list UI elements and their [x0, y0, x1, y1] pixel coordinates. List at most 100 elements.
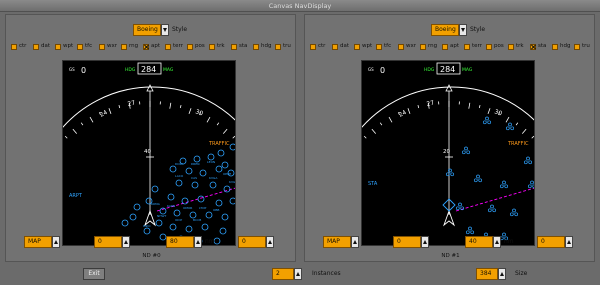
checkbox-box[interactable] [310, 44, 316, 50]
compass-tick [118, 104, 121, 109]
checkbox-box[interactable] [253, 44, 259, 50]
mode-dropdown[interactable]: MAP [24, 236, 52, 248]
range-unit: nm [205, 238, 215, 245]
size-up-icon[interactable] [498, 268, 506, 280]
checkbox-box[interactable] [486, 44, 492, 50]
range-input[interactable]: 80 [166, 236, 194, 248]
checkbox-box[interactable] [209, 44, 215, 50]
mode-up-icon[interactable] [351, 236, 359, 248]
arpt-label: ARPT [69, 193, 83, 199]
checkbox-box[interactable] [354, 44, 360, 50]
checkbox-box[interactable] [275, 44, 281, 50]
range-up-icon[interactable] [194, 236, 202, 248]
field4-up-icon[interactable] [565, 236, 573, 248]
field2-input[interactable]: 0 [94, 236, 122, 248]
compass-tick [487, 108, 491, 115]
checkbox-box[interactable] [121, 44, 127, 50]
window-title: Canvas NavDisplay [268, 2, 332, 10]
mode-control: MAP [24, 236, 60, 250]
checkbox-box[interactable] [99, 44, 105, 50]
airport-label: IOCP [175, 218, 182, 222]
field4-up-icon[interactable] [266, 236, 274, 248]
airport-symbol [151, 185, 159, 193]
checkbox-box[interactable] [143, 44, 149, 50]
compass-tick [179, 104, 182, 109]
airport-label: CAS [191, 176, 197, 180]
layer-checkboxes: ctr dat wpt tfc wxr rng apt terr pos trk sta hdg tru [11, 42, 296, 52]
station-symbol [527, 180, 534, 189]
field4-input[interactable]: 0 [537, 236, 565, 248]
airport-label: LACO [175, 174, 184, 178]
field2-input[interactable]: 0 [393, 236, 421, 248]
traffic-label: TRAFFIC [208, 141, 230, 147]
range-control: 80 nm [166, 236, 215, 250]
checkbox-box[interactable] [442, 44, 448, 50]
style-dropdown-arrow-icon[interactable] [459, 24, 467, 36]
airport-symbol [215, 199, 223, 207]
compass-tick [222, 128, 228, 134]
field2-up-icon[interactable] [421, 236, 429, 248]
checkbox-box[interactable] [77, 44, 83, 50]
station-symbol [445, 168, 455, 177]
checkbox-box[interactable] [332, 44, 338, 50]
compass-tick [64, 135, 68, 139]
checkbox-box[interactable] [33, 44, 39, 50]
checkbox-label: terr [472, 43, 482, 49]
route-line [455, 187, 534, 212]
style-label: Style [172, 26, 188, 33]
field4-input[interactable]: 0 [238, 236, 266, 248]
gs-label: GS [69, 67, 75, 72]
checkbox-box[interactable] [165, 44, 171, 50]
airport-symbol [205, 211, 213, 219]
checkbox-label: ctr [318, 43, 326, 49]
checkbox-box[interactable] [508, 44, 514, 50]
mode-dropdown[interactable]: MAP [323, 236, 351, 248]
airport-symbol [209, 181, 217, 189]
checkbox-box[interactable] [552, 44, 558, 50]
airport-symbol [185, 167, 193, 175]
checkbox-label: apt [151, 43, 161, 49]
airport-label: DREN [191, 162, 200, 166]
checkbox-box[interactable] [420, 44, 426, 50]
mode-control: MAP [323, 236, 359, 250]
exit-button[interactable]: Exit [83, 268, 105, 280]
checkbox-label: wxr [406, 43, 417, 49]
checkbox-label: wpt [362, 43, 373, 49]
checkbox-box[interactable] [231, 44, 237, 50]
range-input[interactable]: 40 [465, 236, 493, 248]
compass-tick [468, 102, 471, 109]
checkbox-box[interactable] [11, 44, 17, 50]
checkbox-box[interactable] [530, 44, 536, 50]
airport-symbols: DOPA DREN LEON LACO CAS KVGA OPUE KARN OMOR LTOP K… [121, 143, 235, 245]
station-symbol [487, 204, 497, 213]
airport-symbol [215, 165, 223, 173]
checkbox-box[interactable] [187, 44, 193, 50]
range-up-icon[interactable] [493, 236, 501, 248]
compass-tick [72, 128, 78, 134]
style-dropdown[interactable]: Boeing [133, 24, 161, 36]
mag-label: MAG [163, 67, 174, 73]
compass-tick [478, 104, 481, 109]
mode-up-icon[interactable] [52, 236, 60, 248]
compass-tick [407, 108, 411, 115]
compass-tick [80, 122, 84, 126]
style-label: Style [470, 26, 486, 33]
airport-label: LTOP [199, 206, 206, 210]
airport-label: KARN [167, 204, 175, 208]
checkbox-box[interactable] [55, 44, 61, 50]
airport-label: BCCB [193, 218, 201, 222]
instances-up-icon[interactable] [294, 268, 302, 280]
checkbox-box[interactable] [574, 44, 580, 50]
compass-tick [216, 122, 220, 126]
style-dropdown-arrow-icon[interactable] [161, 24, 169, 36]
compass-label-27: 27 [426, 99, 435, 107]
checkbox-label: trk [516, 43, 524, 49]
compass-arc [63, 86, 235, 139]
style-dropdown[interactable]: Boeing [431, 24, 459, 36]
checkbox-box[interactable] [376, 44, 382, 50]
field2-up-icon[interactable] [122, 236, 130, 248]
checkbox-box[interactable] [398, 44, 404, 50]
checkbox-box[interactable] [464, 44, 470, 50]
instances-input[interactable]: 2 [272, 268, 294, 280]
size-input[interactable]: 384 [476, 268, 498, 280]
